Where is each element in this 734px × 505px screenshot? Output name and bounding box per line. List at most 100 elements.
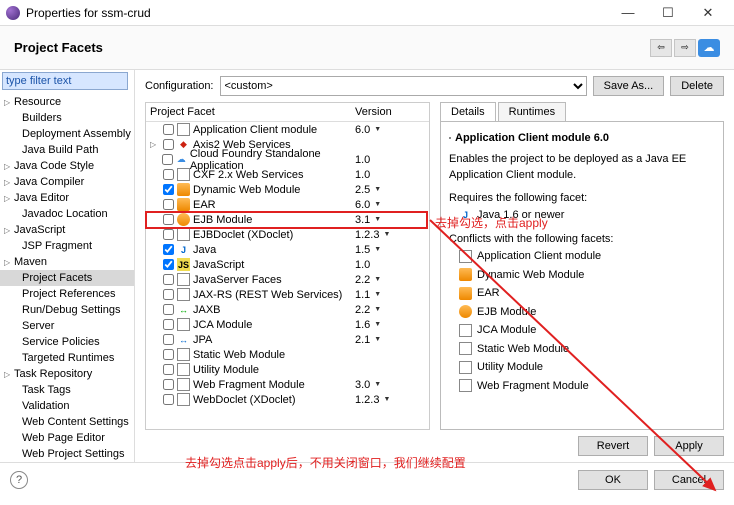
- facet-checkbox[interactable]: [162, 154, 173, 165]
- facet-row[interactable]: JSJavaScript1.0: [146, 257, 429, 272]
- sidebar-item-project-facets[interactable]: Project Facets: [0, 270, 134, 286]
- facet-checkbox[interactable]: [163, 334, 174, 345]
- facet-row[interactable]: Web Fragment Module3.0▼: [146, 377, 429, 392]
- facet-checkbox[interactable]: [163, 394, 174, 405]
- sidebar-item-jsp-fragment[interactable]: JSP Fragment: [0, 238, 134, 254]
- facet-checkbox[interactable]: [163, 364, 174, 375]
- nav-tree: ▷ResourceBuildersDeployment AssemblyJava…: [0, 92, 134, 462]
- close-button[interactable]: ✕: [688, 1, 728, 25]
- facet-checkbox[interactable]: [163, 349, 174, 360]
- sidebar-item-validation[interactable]: Validation: [0, 398, 134, 414]
- facet-row[interactable]: EAR6.0▼: [146, 197, 429, 212]
- sidebar-item-javascript[interactable]: ▷JavaScript: [0, 222, 134, 238]
- sidebar-item-javadoc-location[interactable]: Javadoc Location: [0, 206, 134, 222]
- facet-checkbox[interactable]: [163, 274, 174, 285]
- facets-table[interactable]: Project Facet Version Application Client…: [145, 102, 430, 430]
- conf-item: Utility Module: [449, 358, 715, 377]
- filter-input[interactable]: [2, 72, 128, 90]
- facet-checkbox[interactable]: [163, 229, 174, 240]
- conf-item: Application Client module: [449, 247, 715, 266]
- doc-icon: [177, 363, 190, 376]
- facet-row[interactable]: EJBDoclet (XDoclet)1.2.3▼: [146, 227, 429, 242]
- facet-row[interactable]: CXF 2.x Web Services1.0: [146, 167, 429, 182]
- doc-icon: [449, 137, 451, 139]
- sidebar-item-web-page-editor[interactable]: Web Page Editor: [0, 430, 134, 446]
- sidebar-item-run-debug-settings[interactable]: Run/Debug Settings: [0, 302, 134, 318]
- minimize-button[interactable]: —: [608, 1, 648, 25]
- cloud-icon[interactable]: ☁: [698, 39, 720, 57]
- doc-icon: [459, 342, 472, 355]
- ok-button[interactable]: OK: [578, 470, 648, 490]
- sidebar-item-targeted-runtimes[interactable]: Targeted Runtimes: [0, 350, 134, 366]
- forward-button[interactable]: ⇨: [674, 39, 696, 57]
- sidebar-item-java-editor[interactable]: ▷Java Editor: [0, 190, 134, 206]
- facet-row[interactable]: JavaServer Faces2.2▼: [146, 272, 429, 287]
- facet-row[interactable]: Application Client module6.0▼: [146, 122, 429, 137]
- doc-icon: [177, 123, 190, 136]
- apply-button[interactable]: Apply: [654, 436, 724, 456]
- sidebar-item-project-references[interactable]: Project References: [0, 286, 134, 302]
- cancel-button[interactable]: Cancel: [654, 470, 724, 490]
- sidebar-item-deployment-assembly[interactable]: Deployment Assembly: [0, 126, 134, 142]
- facet-checkbox[interactable]: [163, 319, 174, 330]
- main-panel: Configuration: <custom> Save As... Delet…: [135, 70, 734, 462]
- sidebar-item-maven[interactable]: ▷Maven: [0, 254, 134, 270]
- tab-details[interactable]: Details: [440, 102, 496, 121]
- facet-checkbox[interactable]: [163, 304, 174, 315]
- facet-checkbox[interactable]: [163, 124, 174, 135]
- facet-row[interactable]: ☁Cloud Foundry Standalone Application1.0: [146, 152, 429, 167]
- revert-button[interactable]: Revert: [578, 436, 648, 456]
- facet-checkbox[interactable]: [163, 289, 174, 300]
- tab-runtimes[interactable]: Runtimes: [498, 102, 566, 121]
- facet-checkbox[interactable]: [163, 244, 174, 255]
- facet-row[interactable]: EJB Module3.1▼: [146, 212, 429, 227]
- back-button[interactable]: ⇦: [650, 39, 672, 57]
- help-icon[interactable]: ?: [10, 471, 28, 489]
- window-title: Properties for ssm-crud: [26, 6, 608, 20]
- sidebar-item-task-repository[interactable]: ▷Task Repository: [0, 366, 134, 382]
- facet-row[interactable]: Static Web Module: [146, 347, 429, 362]
- doc-icon: [177, 318, 190, 331]
- sidebar-item-resource[interactable]: ▷Resource: [0, 94, 134, 110]
- req-label: Requires the following facet:: [449, 190, 715, 207]
- doc-icon: [177, 378, 190, 391]
- facet-row[interactable]: Dynamic Web Module2.5▼: [146, 182, 429, 197]
- facet-row[interactable]: ↔JAXB2.2▼: [146, 302, 429, 317]
- facet-checkbox[interactable]: [163, 169, 174, 180]
- config-select[interactable]: <custom>: [220, 76, 587, 96]
- facet-checkbox[interactable]: [163, 199, 174, 210]
- facet-row[interactable]: ↔JPA2.1▼: [146, 332, 429, 347]
- sidebar-item-web-content-settings[interactable]: Web Content Settings: [0, 414, 134, 430]
- sidebar-item-java-compiler[interactable]: ▷Java Compiler: [0, 174, 134, 190]
- facet-row[interactable]: JAX-RS (REST Web Services)1.1▼: [146, 287, 429, 302]
- col-version: Version: [351, 103, 429, 121]
- js-icon: JS: [177, 258, 190, 271]
- facet-row[interactable]: JCA Module1.6▼: [146, 317, 429, 332]
- ear-icon: [177, 183, 190, 196]
- facet-checkbox[interactable]: [163, 214, 174, 225]
- doc-icon: [459, 361, 472, 374]
- facet-checkbox[interactable]: [163, 379, 174, 390]
- save-as-button[interactable]: Save As...: [593, 76, 665, 96]
- conf-item: JCA Module: [449, 321, 715, 340]
- facet-row[interactable]: JJava1.5▼: [146, 242, 429, 257]
- sidebar-item-builders[interactable]: Builders: [0, 110, 134, 126]
- doc-icon: [177, 348, 190, 361]
- doc-icon: [459, 324, 472, 337]
- delete-button[interactable]: Delete: [670, 76, 724, 96]
- facet-row[interactable]: Utility Module: [146, 362, 429, 377]
- conf-label: Conflicts with the following facets:: [449, 231, 715, 248]
- sidebar-item-java-build-path[interactable]: Java Build Path: [0, 142, 134, 158]
- annotation-2: 去掉勾选点击apply后，不用关闭窗口，我们继续配置: [185, 454, 466, 471]
- maximize-button[interactable]: ☐: [648, 1, 688, 25]
- doc-icon: [177, 288, 190, 301]
- sidebar: ▷ResourceBuildersDeployment AssemblyJava…: [0, 70, 135, 462]
- facet-row[interactable]: WebDoclet (XDoclet)1.2.3▼: [146, 392, 429, 407]
- sidebar-item-web-project-settings[interactable]: Web Project Settings: [0, 446, 134, 462]
- sidebar-item-server[interactable]: Server: [0, 318, 134, 334]
- sidebar-item-task-tags[interactable]: Task Tags: [0, 382, 134, 398]
- facet-checkbox[interactable]: [163, 184, 174, 195]
- sidebar-item-service-policies[interactable]: Service Policies: [0, 334, 134, 350]
- sidebar-item-java-code-style[interactable]: ▷Java Code Style: [0, 158, 134, 174]
- facet-checkbox[interactable]: [163, 259, 174, 270]
